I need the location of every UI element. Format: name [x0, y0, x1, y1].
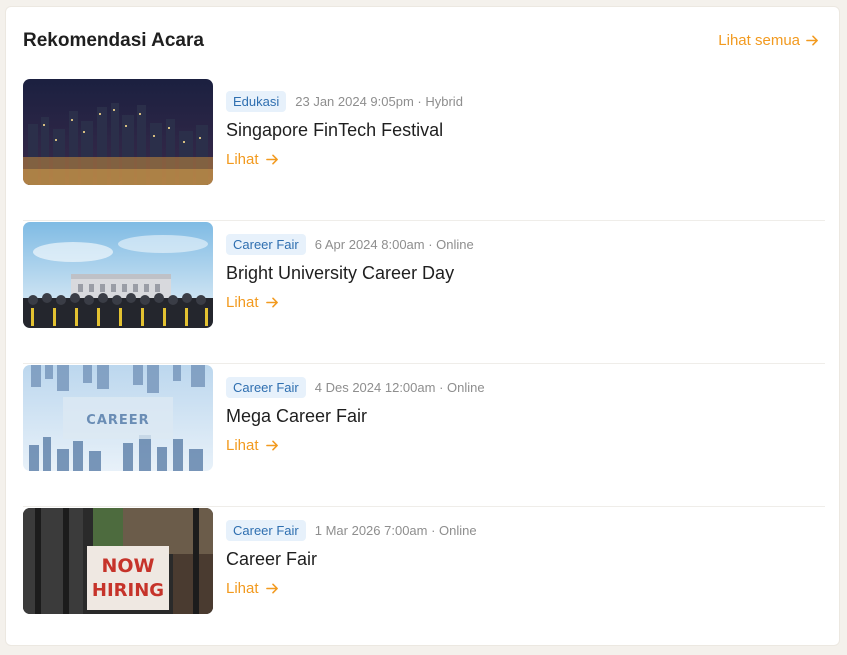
event-item[interactable]: CAREER Career Fair 4 Des 2024 12:00am · …: [23, 364, 825, 507]
see-all-link[interactable]: Lihat semua: [718, 32, 819, 49]
event-thumbnail-career-skyline[interactable]: CAREER: [23, 365, 213, 471]
event-item[interactable]: NOW HIRING Career Fair 1 Mar 2026 7:00am…: [23, 507, 825, 650]
view-event-link[interactable]: Lihat: [226, 151, 279, 168]
category-badge: Edukasi: [226, 91, 287, 112]
arrow-right-icon: [265, 440, 278, 451]
event-title[interactable]: Singapore FinTech Festival: [226, 120, 443, 141]
view-link-label: Lihat: [226, 294, 259, 311]
event-title[interactable]: Career Fair: [226, 549, 317, 570]
category-badge: Career Fair: [226, 234, 306, 255]
arrow-right-icon: [806, 35, 818, 46]
category-badge: Career Fair: [226, 520, 306, 541]
arrow-right-icon: [265, 297, 278, 308]
event-title[interactable]: Mega Career Fair: [226, 406, 367, 427]
view-link-label: Lihat: [226, 437, 259, 454]
see-all-label: Lihat semua: [718, 32, 800, 49]
event-title[interactable]: Bright University Career Day: [226, 263, 454, 284]
event-datetime: 6 Apr 2024 8:00am · Online: [314, 237, 474, 252]
event-thumbnail-now-hiring[interactable]: NOW HIRING: [23, 508, 213, 614]
now-hiring-line-2: HIRING: [92, 580, 164, 601]
career-image-text: CAREER: [86, 413, 149, 428]
event-recommendations-card: Rekomendasi Acara Lihat semua Edukasi 23…: [5, 6, 840, 646]
category-badge: Career Fair: [226, 377, 306, 398]
event-meta: Career Fair 6 Apr 2024 8:00am · Online: [226, 234, 474, 255]
event-meta: Career Fair 4 Des 2024 12:00am · Online: [226, 377, 485, 398]
event-datetime: 23 Jan 2024 9:05pm · Hybrid: [295, 94, 463, 109]
event-datetime: 1 Mar 2026 7:00am · Online: [314, 523, 477, 538]
view-event-link[interactable]: Lihat: [226, 437, 279, 454]
card-header: Rekomendasi Acara Lihat semua: [6, 7, 839, 73]
view-link-label: Lihat: [226, 580, 259, 597]
arrow-right-icon: [265, 154, 278, 165]
now-hiring-line-1: NOW: [101, 555, 154, 577]
event-thumbnail-graduation[interactable]: [23, 222, 213, 328]
section-title: Rekomendasi Acara: [23, 30, 204, 51]
event-list: Edukasi 23 Jan 2024 9:05pm · Hybrid Sing…: [23, 78, 825, 650]
event-thumbnail-city-skyline[interactable]: [23, 79, 213, 185]
event-item[interactable]: Career Fair 6 Apr 2024 8:00am · Online B…: [23, 221, 825, 364]
event-datetime: 4 Des 2024 12:00am · Online: [314, 380, 485, 395]
event-item[interactable]: Edukasi 23 Jan 2024 9:05pm · Hybrid Sing…: [23, 78, 825, 221]
view-event-link[interactable]: Lihat: [226, 580, 279, 597]
view-link-label: Lihat: [226, 151, 259, 168]
arrow-right-icon: [265, 583, 278, 594]
view-event-link[interactable]: Lihat: [226, 294, 279, 311]
event-meta: Career Fair 1 Mar 2026 7:00am · Online: [226, 520, 477, 541]
event-meta: Edukasi 23 Jan 2024 9:05pm · Hybrid: [226, 91, 463, 112]
